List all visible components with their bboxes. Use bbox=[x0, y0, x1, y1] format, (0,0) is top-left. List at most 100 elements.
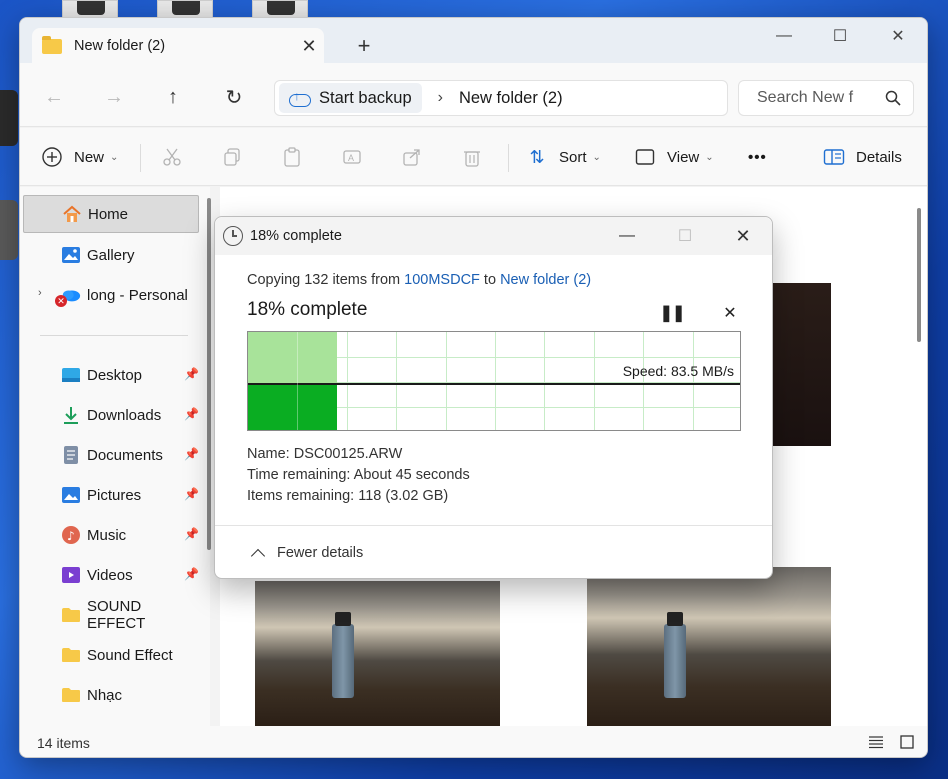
sidebar-item-gallery[interactable]: Gallery bbox=[23, 236, 199, 274]
sidebar-item-documents[interactable]: Documents 📌 bbox=[23, 436, 199, 474]
pin-icon[interactable]: 📌 bbox=[184, 407, 199, 421]
items-label: Items remaining: bbox=[247, 488, 355, 504]
pin-icon[interactable]: 📌 bbox=[184, 527, 199, 541]
search-icon[interactable] bbox=[885, 90, 901, 106]
graph-gridline bbox=[544, 332, 545, 430]
sidebar-item-desktop[interactable]: Desktop 📌 bbox=[23, 356, 199, 394]
progress-fill-dark bbox=[248, 384, 337, 430]
sidebar-item-sound-effect-caps[interactable]: SOUND EFFECT bbox=[23, 596, 199, 634]
navigation-bar: ← → ↑ ↻ Start backup › New folder (2) Se… bbox=[20, 63, 927, 127]
sidebar-item-home[interactable]: Home bbox=[23, 195, 199, 233]
start-backup-label: Start backup bbox=[319, 88, 412, 107]
minimize-button[interactable]: — bbox=[607, 221, 647, 251]
dialog-title: 18% complete bbox=[250, 228, 342, 244]
tab-new-folder[interactable]: New folder (2) ✕ bbox=[32, 28, 324, 64]
details-pane-button[interactable]: Details bbox=[822, 128, 902, 186]
paste-button[interactable] bbox=[280, 128, 314, 186]
desktop-icon-fragment[interactable] bbox=[0, 200, 18, 260]
share-button[interactable] bbox=[400, 128, 434, 186]
sidebar-item-downloads[interactable]: Downloads 📌 bbox=[23, 396, 199, 434]
sidebar-item-sound-effect[interactable]: Sound Effect bbox=[23, 636, 199, 674]
file-thumbnail[interactable] bbox=[587, 567, 831, 726]
folder-icon bbox=[42, 35, 62, 54]
chevron-up-icon bbox=[250, 548, 266, 563]
sidebar-item-music[interactable]: ♪ Music 📌 bbox=[23, 516, 199, 554]
videos-icon bbox=[61, 565, 81, 585]
speed-line bbox=[248, 383, 740, 385]
search-input[interactable]: Search New f bbox=[738, 80, 914, 116]
share-icon bbox=[400, 145, 424, 169]
close-window-button[interactable]: ✕ bbox=[869, 18, 927, 54]
rename-button[interactable]: A bbox=[340, 128, 374, 186]
pin-icon[interactable]: 📌 bbox=[184, 567, 199, 581]
gallery-icon bbox=[61, 245, 81, 265]
onedrive-cloud-icon: ✕ bbox=[55, 285, 81, 307]
pin-icon[interactable]: 📌 bbox=[184, 367, 199, 381]
copy-button[interactable] bbox=[220, 128, 254, 186]
sidebar-item-label: Nhạc bbox=[87, 686, 123, 704]
more-icon: ••• bbox=[748, 148, 767, 166]
sidebar-scrollbar[interactable] bbox=[207, 198, 211, 550]
svg-text:♪: ♪ bbox=[67, 529, 75, 543]
address-bar[interactable]: Start backup › New folder (2) bbox=[274, 80, 728, 116]
sidebar-item-onedrive[interactable]: › ✕ long - Personal bbox=[23, 276, 199, 314]
sidebar-item-label: Documents bbox=[87, 446, 163, 464]
desktop-thumbnail[interactable] bbox=[62, 0, 118, 18]
forward-arrow-icon[interactable]: → bbox=[100, 83, 128, 111]
view-button[interactable]: View ⌄ bbox=[633, 128, 714, 186]
pin-icon[interactable]: 📌 bbox=[184, 487, 199, 501]
view-label: View bbox=[667, 148, 700, 166]
time-label: Time remaining: bbox=[247, 467, 351, 483]
search-placeholder: Search New f bbox=[757, 89, 854, 106]
large-icons-view-icon[interactable] bbox=[900, 735, 914, 749]
desktop-thumbnail[interactable] bbox=[157, 0, 213, 18]
close-dialog-button[interactable]: ✕ bbox=[723, 221, 763, 251]
breadcrumb-current[interactable]: New folder (2) bbox=[459, 89, 563, 108]
desktop-thumbnail[interactable] bbox=[252, 0, 308, 18]
chevron-right-icon[interactable]: › bbox=[438, 89, 443, 107]
fewer-details-label: Fewer details bbox=[277, 545, 364, 561]
details-label: Details bbox=[856, 148, 902, 166]
graph-gridline bbox=[446, 332, 447, 430]
desktop-icon-fragment[interactable] bbox=[0, 90, 18, 146]
cloud-upload-icon bbox=[289, 89, 311, 107]
command-bar: New ⌄ A ⇅ Sort ⌄ View ⌄ ••• Details bbox=[20, 128, 927, 186]
file-thumbnail[interactable] bbox=[773, 283, 831, 446]
start-backup-button[interactable]: Start backup bbox=[279, 83, 422, 113]
new-button[interactable]: New ⌄ bbox=[40, 128, 118, 186]
trash-icon bbox=[460, 145, 484, 169]
cancel-copy-button[interactable]: ✕ bbox=[718, 301, 742, 325]
more-options-button[interactable]: ••• bbox=[748, 128, 767, 186]
clock-icon bbox=[223, 226, 243, 246]
new-tab-button[interactable]: + bbox=[350, 32, 378, 60]
sidebar-item-label: Pictures bbox=[87, 486, 142, 504]
minimize-button[interactable]: — bbox=[755, 18, 813, 54]
up-arrow-icon[interactable]: ↑ bbox=[159, 83, 187, 111]
cut-button[interactable] bbox=[160, 128, 194, 186]
details-view-icon[interactable] bbox=[869, 735, 883, 749]
close-tab-button[interactable]: ✕ bbox=[294, 28, 324, 64]
sidebar-item-pictures[interactable]: Pictures 📌 bbox=[23, 476, 199, 514]
chevron-right-icon[interactable]: › bbox=[38, 287, 42, 299]
graph-gridline bbox=[297, 332, 298, 430]
folder-icon bbox=[61, 685, 81, 705]
refresh-icon[interactable]: ↻ bbox=[220, 83, 248, 111]
view-icon bbox=[633, 145, 657, 169]
pin-icon[interactable]: 📌 bbox=[184, 447, 199, 461]
document-icon bbox=[61, 445, 81, 465]
pause-button[interactable]: ❚❚ bbox=[660, 301, 686, 325]
destination-folder-link[interactable]: New folder (2) bbox=[500, 272, 591, 288]
content-scrollbar[interactable] bbox=[917, 208, 921, 342]
back-arrow-icon[interactable]: ← bbox=[40, 83, 68, 111]
sort-button[interactable]: ⇅ Sort ⌄ bbox=[525, 128, 600, 186]
sidebar-item-videos[interactable]: Videos 📌 bbox=[23, 556, 199, 594]
delete-button[interactable] bbox=[460, 128, 494, 186]
sidebar-item-nhac[interactable]: Nhạc bbox=[23, 676, 199, 714]
transfer-speed-graph: Speed: 83.5 MB/s bbox=[247, 331, 741, 431]
maximize-button[interactable]: ☐ bbox=[665, 221, 705, 251]
fewer-details-button[interactable]: Fewer details bbox=[250, 545, 364, 563]
file-thumbnail[interactable] bbox=[255, 581, 500, 726]
source-folder-link[interactable]: 100MSDCF bbox=[404, 272, 480, 288]
maximize-button[interactable]: ☐ bbox=[811, 18, 869, 54]
items-remaining-row: Items remaining: 118 (3.02 GB) bbox=[247, 488, 448, 504]
